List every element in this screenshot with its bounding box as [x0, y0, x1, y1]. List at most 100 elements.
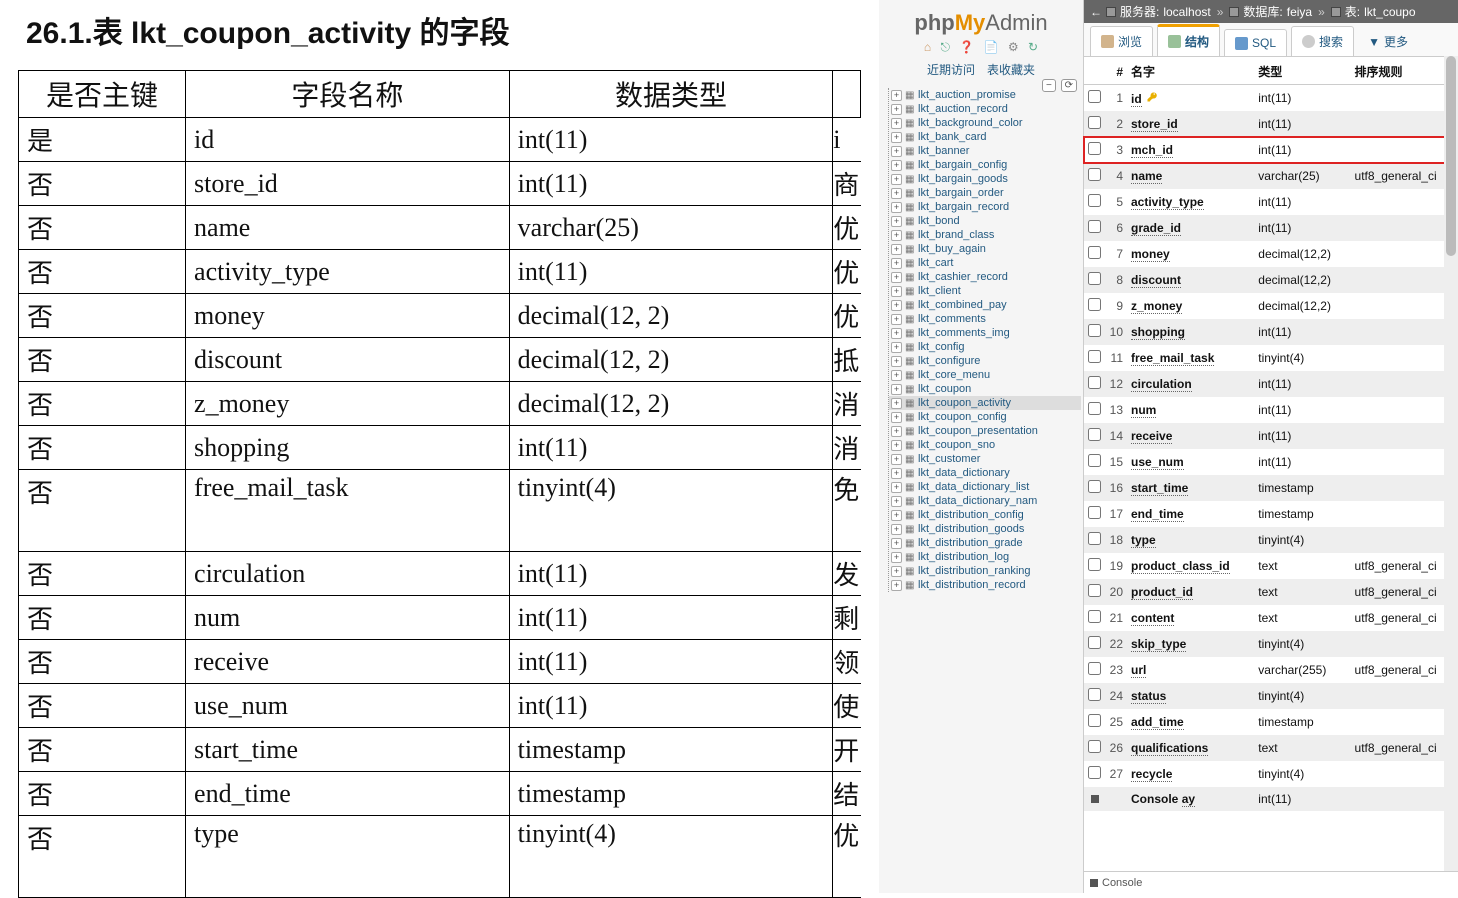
column-row[interactable]: 12circulationint(11)	[1084, 371, 1458, 397]
expand-icon[interactable]: +	[891, 314, 902, 325]
name-cell[interactable]: add_time	[1127, 709, 1254, 735]
name-cell[interactable]: use_num	[1127, 449, 1254, 475]
row-checkbox[interactable]	[1088, 506, 1101, 519]
column-name[interactable]: qualifications	[1131, 741, 1208, 756]
chk-cell[interactable]	[1084, 735, 1105, 761]
tree-item-lkt_brand_class[interactable]: +▦lkt_brand_class	[889, 228, 1081, 242]
tree-item-lkt_coupon_presentation[interactable]: +▦lkt_coupon_presentation	[889, 424, 1081, 438]
tree-item-lkt_distribution_ranking[interactable]: +▦lkt_distribution_ranking	[889, 564, 1081, 578]
tab-browse[interactable]: 浏览	[1090, 26, 1153, 56]
chk-cell[interactable]	[1084, 475, 1105, 501]
logout-icon[interactable]: ⎋	[940, 40, 950, 55]
row-checkbox[interactable]	[1088, 324, 1101, 337]
tab-sql[interactable]: SQL	[1224, 29, 1287, 56]
expand-icon[interactable]: +	[891, 286, 902, 297]
name-cell[interactable]: discount	[1127, 267, 1254, 293]
tree-item-lkt_client[interactable]: +▦lkt_client	[889, 284, 1081, 298]
row-checkbox[interactable]	[1088, 376, 1101, 389]
row-checkbox[interactable]	[1088, 584, 1101, 597]
chk-cell[interactable]	[1084, 319, 1105, 345]
column-name[interactable]: end_time	[1131, 507, 1184, 522]
name-cell[interactable]: content	[1127, 605, 1254, 631]
column-name[interactable]: store_id	[1131, 117, 1178, 132]
collapse-icon[interactable]: −	[1042, 79, 1056, 92]
expand-icon[interactable]: +	[891, 454, 902, 465]
name-cell[interactable]: free_mail_task	[1127, 345, 1254, 371]
expand-icon[interactable]: +	[891, 482, 902, 493]
chk-cell[interactable]	[1084, 293, 1105, 319]
tree-item-lkt_bargain_record[interactable]: +▦lkt_bargain_record	[889, 200, 1081, 214]
chk-cell[interactable]	[1084, 553, 1105, 579]
expand-icon[interactable]: +	[891, 230, 902, 241]
column-name[interactable]: url	[1131, 663, 1146, 678]
column-row[interactable]: 20product_idtextutf8_general_ci	[1084, 579, 1458, 605]
row-checkbox[interactable]	[1088, 220, 1101, 233]
tree-item-lkt_core_menu[interactable]: +▦lkt_core_menu	[889, 368, 1081, 382]
scrollbar-thumb[interactable]	[1446, 56, 1456, 256]
row-checkbox[interactable]	[1088, 350, 1101, 363]
row-checkbox[interactable]	[1088, 740, 1101, 753]
row-checkbox[interactable]	[1088, 766, 1101, 779]
name-cell[interactable]: qualifications	[1127, 735, 1254, 761]
column-row[interactable]: 22skip_typetinyint(4)	[1084, 631, 1458, 657]
name-cell[interactable]: mch_id	[1127, 137, 1254, 163]
expand-icon[interactable]: +	[891, 188, 902, 199]
chk-cell[interactable]	[1084, 423, 1105, 449]
tree-item-lkt_data_dictionary_list[interactable]: +▦lkt_data_dictionary_list	[889, 480, 1081, 494]
col-header-type[interactable]: 类型	[1254, 57, 1350, 85]
column-row[interactable]: 25add_timetimestamp	[1084, 709, 1458, 735]
column-name[interactable]: use_num	[1131, 455, 1184, 470]
breadcrumb-db[interactable]: feiya	[1287, 5, 1312, 19]
name-cell[interactable]: id	[1127, 85, 1254, 112]
column-name[interactable]: ay	[1182, 792, 1195, 807]
column-row[interactable]: 24statustinyint(4)	[1084, 683, 1458, 709]
expand-icon[interactable]: +	[891, 426, 902, 437]
name-cell[interactable]: store_id	[1127, 111, 1254, 137]
tree-item-lkt_buy_again[interactable]: +▦lkt_buy_again	[889, 242, 1081, 256]
chk-cell[interactable]	[1084, 189, 1105, 215]
expand-icon[interactable]: +	[891, 342, 902, 353]
name-cell[interactable]: receive	[1127, 423, 1254, 449]
expand-icon[interactable]: +	[891, 496, 902, 507]
name-cell[interactable]: z_money	[1127, 293, 1254, 319]
column-name[interactable]: name	[1131, 169, 1162, 184]
tree-item-lkt_bargain_config[interactable]: +▦lkt_bargain_config	[889, 158, 1081, 172]
column-name[interactable]: money	[1131, 247, 1170, 262]
console-bar[interactable]: Console	[1084, 871, 1458, 893]
tree-item-lkt_distribution_goods[interactable]: +▦lkt_distribution_goods	[889, 522, 1081, 536]
tree-item-lkt_data_dictionary[interactable]: +▦lkt_data_dictionary	[889, 466, 1081, 480]
column-name[interactable]: mch_id	[1131, 143, 1173, 158]
tree-item-lkt_bank_card[interactable]: +▦lkt_bank_card	[889, 130, 1081, 144]
refresh-icon[interactable]: ↻	[1028, 40, 1038, 54]
row-checkbox[interactable]	[1088, 246, 1101, 259]
column-name[interactable]: num	[1131, 403, 1156, 418]
expand-icon[interactable]: +	[891, 132, 902, 143]
tree-item-lkt_customer[interactable]: +▦lkt_customer	[889, 452, 1081, 466]
fav-link[interactable]: 表收藏夹	[987, 61, 1035, 78]
expand-icon[interactable]: +	[891, 524, 902, 535]
column-name[interactable]: id	[1131, 92, 1142, 107]
db-tree[interactable]: +▦lkt_auction_promise+▦lkt_auction_recor…	[879, 82, 1083, 842]
column-name[interactable]: type	[1131, 533, 1156, 548]
name-cell[interactable]: type	[1127, 527, 1254, 553]
expand-icon[interactable]: +	[891, 300, 902, 311]
expand-icon[interactable]: +	[891, 440, 902, 451]
name-cell[interactable]: end_time	[1127, 501, 1254, 527]
chk-cell[interactable]	[1084, 579, 1105, 605]
expand-icon[interactable]: +	[891, 538, 902, 549]
column-row[interactable]: 4namevarchar(25)utf8_general_ci	[1084, 163, 1458, 189]
expand-icon[interactable]: +	[891, 398, 902, 409]
column-name[interactable]: recycle	[1131, 767, 1172, 782]
column-row[interactable]: 21contenttextutf8_general_ci	[1084, 605, 1458, 631]
column-name[interactable]: grade_id	[1131, 221, 1181, 236]
row-checkbox[interactable]	[1088, 168, 1101, 181]
breadcrumb-server[interactable]: localhost	[1163, 5, 1210, 19]
row-checkbox[interactable]	[1088, 532, 1101, 545]
breadcrumb-back-icon[interactable]: ←	[1090, 5, 1102, 19]
chk-cell[interactable]	[1084, 605, 1105, 631]
chk-cell[interactable]	[1084, 111, 1105, 137]
home-icon[interactable]: ⌂	[924, 40, 931, 54]
chk-cell[interactable]	[1084, 345, 1105, 371]
row-checkbox[interactable]	[1088, 272, 1101, 285]
row-checkbox[interactable]	[1088, 688, 1101, 701]
